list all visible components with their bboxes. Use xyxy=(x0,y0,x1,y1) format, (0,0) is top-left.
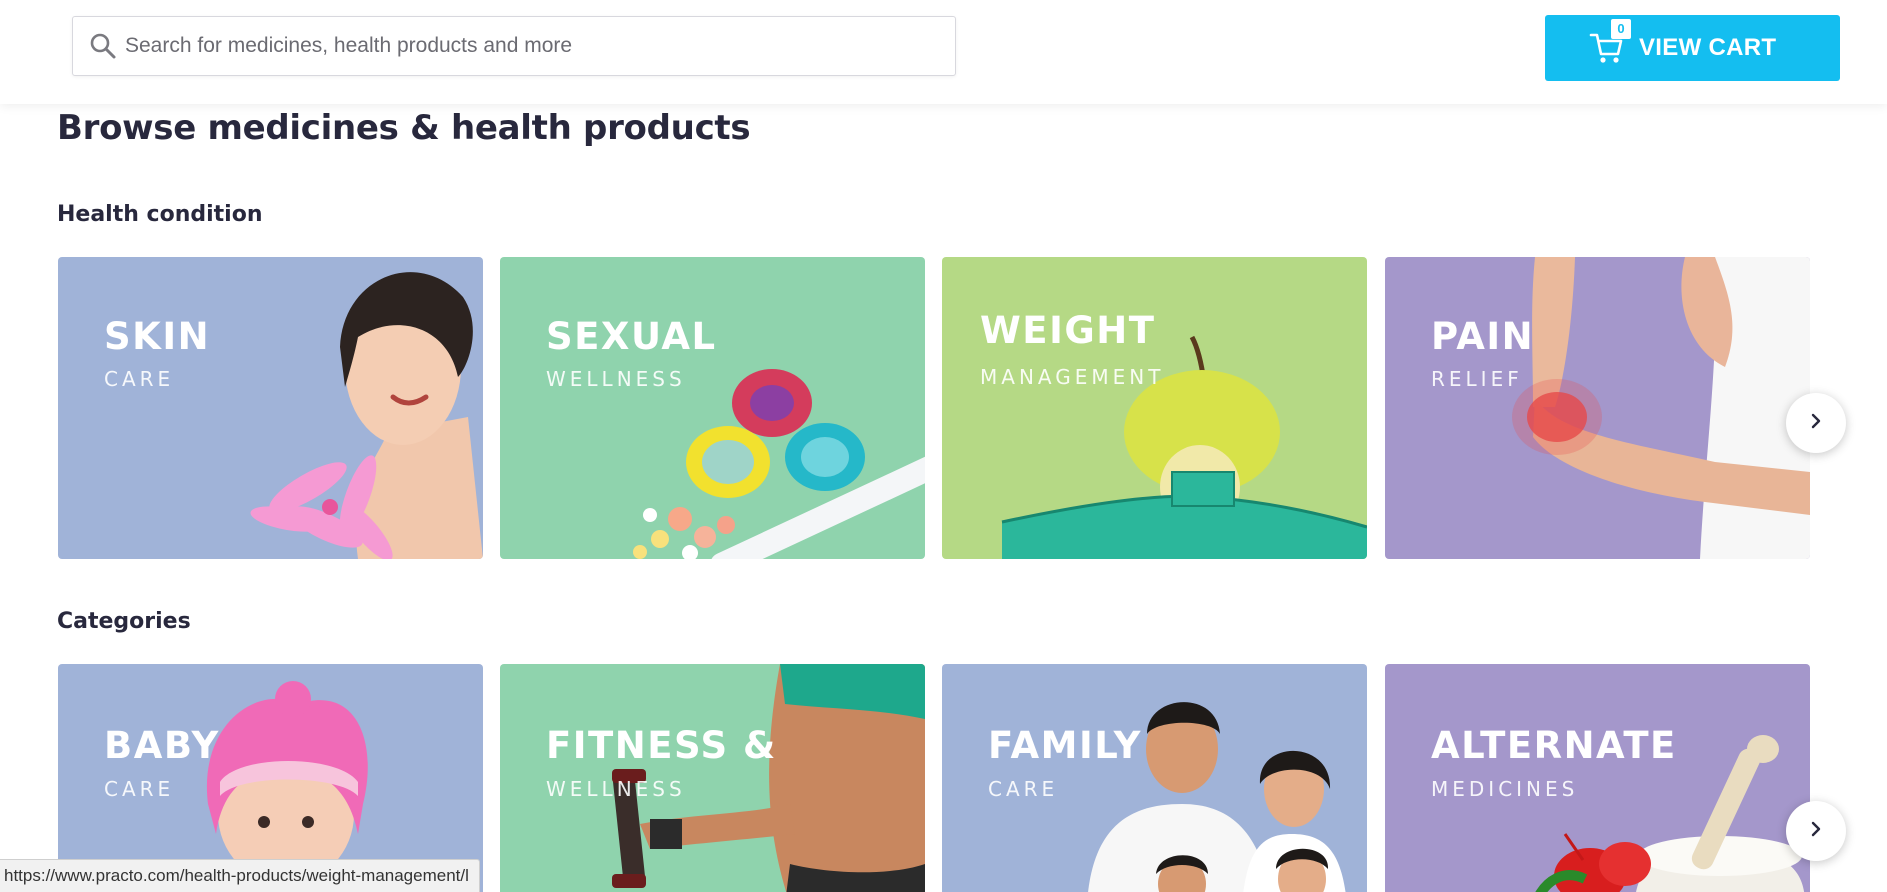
card-title: PAIN xyxy=(1431,315,1535,358)
card-baby-care[interactable]: BABY CARE xyxy=(58,664,483,892)
view-cart-label: VIEW CART xyxy=(1639,34,1777,61)
card-subtitle: MEDICINES xyxy=(1431,777,1579,801)
header: 0 VIEW CART xyxy=(0,0,1887,104)
health-condition-next-button[interactable] xyxy=(1786,393,1846,453)
card-title: BABY xyxy=(104,724,220,767)
section-title-categories: Categories xyxy=(57,609,191,634)
card-subtitle: WELLNESS xyxy=(546,367,686,391)
card-skin-care[interactable]: SKIN CARE xyxy=(58,257,483,559)
card-subtitle: CARE xyxy=(988,777,1059,801)
cart-icon: 0 xyxy=(1589,19,1631,66)
card-title: FAMILY xyxy=(988,724,1142,767)
card-subtitle: MANAGEMENT xyxy=(980,365,1165,389)
card-subtitle: CARE xyxy=(104,777,175,801)
card-title: WEIGHT xyxy=(980,309,1156,352)
search-icon[interactable] xyxy=(73,16,133,76)
card-family-care[interactable]: FAMILY CARE xyxy=(942,664,1367,892)
search-input[interactable] xyxy=(125,17,955,75)
chevron-right-icon xyxy=(1807,820,1825,843)
card-title: ALTERNATE xyxy=(1431,724,1677,767)
card-pain-relief[interactable]: PAIN RELIEF xyxy=(1385,257,1810,559)
pain-relief-image xyxy=(1512,257,1810,559)
chevron-right-icon xyxy=(1807,412,1825,435)
card-weight-management[interactable]: WEIGHT MANAGEMENT xyxy=(942,257,1367,559)
card-alternate-medicines[interactable]: ALTERNATE MEDICINES xyxy=(1385,664,1810,892)
skin-care-image xyxy=(250,272,483,559)
status-bar-url: https://www.practo.com/health-products/w… xyxy=(0,859,480,892)
card-sexual-wellness[interactable]: SEXUAL WELLNESS xyxy=(500,257,925,559)
card-title: SEXUAL xyxy=(546,315,717,358)
cart-count-badge: 0 xyxy=(1611,19,1631,39)
categories-next-button[interactable] xyxy=(1786,801,1846,861)
card-subtitle: WELLNESS xyxy=(546,777,686,801)
search-box[interactable] xyxy=(72,16,956,76)
card-subtitle: RELIEF xyxy=(1431,367,1523,391)
card-subtitle: CARE xyxy=(104,367,175,391)
card-title: FITNESS & xyxy=(546,724,777,767)
view-cart-button[interactable]: 0 VIEW CART xyxy=(1545,15,1840,81)
section-title-health-condition: Health condition xyxy=(57,202,263,227)
page-title: Browse medicines & health products xyxy=(57,108,751,148)
weight-management-image xyxy=(1001,335,1367,559)
card-title: SKIN xyxy=(104,315,211,358)
card-fitness-wellness[interactable]: FITNESS & WELLNESS xyxy=(500,664,925,892)
sexual-wellness-image xyxy=(633,369,925,559)
